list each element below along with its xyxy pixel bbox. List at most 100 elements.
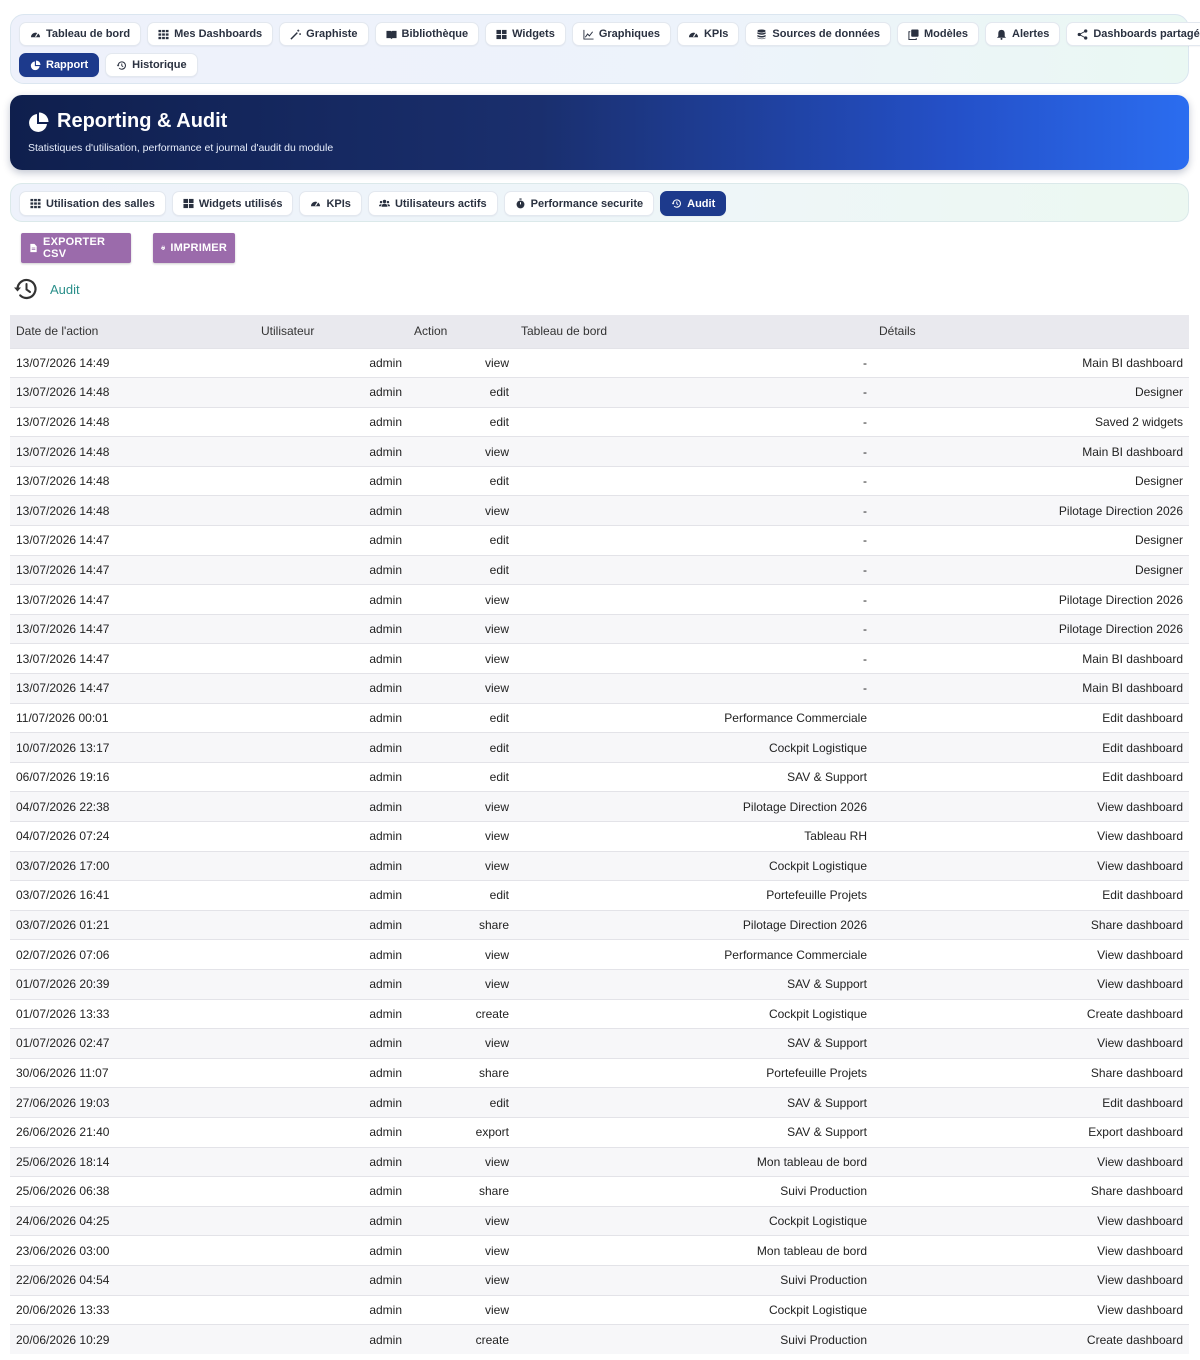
date-cell: 13/07/2026 14:49	[10, 347, 255, 378]
date-cell: 26/06/2026 21:40	[10, 1116, 255, 1148]
nav-item-graphiste[interactable]: Graphiste	[279, 22, 369, 46]
table-row: 24/06/2026 04:25 admin view Cockpit Logisti…	[10, 1205, 1189, 1236]
dashboard-cell: Suivi Production	[515, 1264, 873, 1295]
details-cell: Edit dashboard	[873, 732, 1189, 763]
pie-chart-icon	[30, 59, 41, 71]
date-cell: 01/07/2026 13:33	[10, 998, 255, 1029]
user-cell: admin	[255, 1116, 408, 1148]
share-icon	[1077, 28, 1088, 40]
table-row: 23/06/2026 03:00 admin view Mon tableau de …	[10, 1235, 1189, 1266]
column-header-user[interactable]: Utilisateur	[255, 315, 408, 348]
table-row: 01/07/2026 02:47 admin view SAV & Support Vi…	[10, 1028, 1189, 1059]
date-cell: 13/07/2026 14:48	[10, 436, 255, 467]
nav-item-label: KPIs	[703, 28, 729, 40]
tab-utilisateurs-actifs[interactable]: Utilisateurs actifs	[367, 191, 498, 216]
nav-item-bibliotheque[interactable]: Bibliothèque	[374, 22, 480, 46]
table-row: 06/07/2026 19:16 admin edit SAV & Support Ed…	[10, 761, 1189, 792]
action-cell: create	[408, 998, 515, 1029]
details-cell: Main BI dashboard	[873, 347, 1189, 378]
nav-item-modeles[interactable]: Modèles	[897, 22, 980, 46]
dashboard-cell: -	[515, 554, 873, 585]
action-cell: view	[408, 1294, 515, 1325]
action-cell: edit	[408, 554, 515, 585]
audit-section-title: Audit	[50, 281, 80, 297]
user-cell: admin	[255, 525, 408, 556]
user-cell: admin	[255, 968, 408, 1000]
details-cell: View dashboard	[873, 1294, 1189, 1325]
dashboard-cell: -	[515, 613, 873, 644]
user-cell: admin	[255, 702, 408, 733]
dashboard-cell: -	[515, 406, 873, 437]
nav-item-widgets[interactable]: Widgets	[485, 22, 566, 46]
nav-item-label: Mes Dashboards	[174, 28, 263, 40]
table-row: 03/07/2026 16:41 admin edit Portefeuille Pr…	[10, 880, 1189, 911]
nav-item-alertes[interactable]: Alertes	[985, 22, 1061, 46]
nav-item-label: Graphiques	[598, 28, 660, 40]
tab-widgets-utilises[interactable]: Widgets utilisés	[171, 191, 294, 216]
dashboard-cell: -	[515, 377, 873, 408]
nav-item-graphiques[interactable]: Graphiques	[571, 22, 671, 46]
nav-item-mes-dashboards[interactable]: Mes Dashboards	[147, 22, 274, 46]
export-csv-button[interactable]: EXPORTER CSV	[21, 233, 131, 263]
dashboard-cell: Pilotage Direction 2026	[515, 791, 873, 822]
action-cell: view	[408, 850, 515, 881]
table-header-row: Date de l'action Utilisateur Action Tabl…	[10, 315, 1189, 348]
table-row: 04/07/2026 22:38 admin view Pilotage Direct…	[10, 791, 1189, 822]
nav-item-historique[interactable]: Historique	[105, 53, 198, 77]
nav-item-kpis[interactable]: KPIs	[676, 22, 740, 46]
details-cell: View dashboard	[873, 1264, 1189, 1295]
nav-item-rapport[interactable]: Rapport	[19, 53, 100, 77]
details-cell: View dashboard	[873, 821, 1189, 852]
date-cell: 04/07/2026 22:38	[10, 791, 255, 822]
tab-utilisation-des-salles[interactable]: Utilisation des salles	[19, 191, 166, 216]
tab-audit[interactable]: Audit	[660, 191, 727, 216]
details-cell: Pilotage Direction 2026	[873, 613, 1189, 644]
details-cell: Designer	[873, 554, 1189, 585]
nav-item-tableau-de-bord[interactable]: Tableau de bord	[19, 22, 142, 46]
stopwatch-icon	[515, 198, 526, 209]
dashboard-cell: Suivi Production	[515, 1176, 873, 1207]
widgets-icon	[183, 198, 194, 209]
column-header-action[interactable]: Action	[408, 315, 515, 348]
action-cell: view	[408, 791, 515, 822]
details-cell: Pilotage Direction 2026	[873, 495, 1189, 526]
dashboard-cell: Cockpit Logistique	[515, 1294, 873, 1325]
user-cell: admin	[255, 821, 408, 852]
tab-performance-securite[interactable]: Performance securite	[503, 191, 655, 216]
user-cell: admin	[255, 643, 408, 674]
table-row: 26/06/2026 21:40 admin export SAV & Support…	[10, 1116, 1189, 1148]
nav-item-label: Sources de données	[772, 28, 881, 40]
details-cell: Designer	[873, 525, 1189, 556]
user-cell: admin	[255, 1028, 408, 1059]
table-row: 20/06/2026 10:29 admin create Suivi Product…	[10, 1324, 1189, 1355]
nav-item-sources-de-donnees[interactable]: Sources de données	[745, 22, 892, 46]
action-cell: view	[408, 643, 515, 674]
date-cell: 13/07/2026 14:48	[10, 377, 255, 408]
table-row: 13/07/2026 14:48 admin view - Pilotage Direc…	[10, 495, 1189, 526]
dashboard-cell: SAV & Support	[515, 968, 873, 1000]
users-icon	[378, 198, 390, 209]
print-button[interactable]: IMPRIMER	[153, 233, 235, 263]
details-cell: Edit dashboard	[873, 1087, 1189, 1118]
tab-kpis[interactable]: KPIs	[299, 191, 362, 216]
date-cell: 11/07/2026 00:01	[10, 702, 255, 733]
details-cell: View dashboard	[873, 1028, 1189, 1059]
user-cell: admin	[255, 1264, 408, 1295]
dashboard-cell: Performance Commerciale	[515, 702, 873, 733]
details-cell: View dashboard	[873, 1146, 1189, 1177]
bell-icon	[996, 29, 1007, 40]
audit-section-header: Audit	[12, 275, 80, 303]
page-title: Reporting & Audit	[57, 110, 228, 132]
dashboard-cell: Performance Commerciale	[515, 939, 873, 970]
details-cell: View dashboard	[873, 939, 1189, 970]
column-header-details[interactable]: Détails	[873, 315, 1189, 348]
table-row: 22/06/2026 04:54 admin view Suivi Productio…	[10, 1264, 1189, 1295]
details-cell: Edit dashboard	[873, 702, 1189, 733]
action-cell: view	[408, 1264, 515, 1295]
dashboard-cell: Cockpit Logistique	[515, 998, 873, 1029]
chart-icon	[583, 29, 594, 40]
column-header-dashboard[interactable]: Tableau de bord	[515, 315, 873, 348]
nav-item-dashboards-partages[interactable]: Dashboards partagés	[1066, 22, 1200, 46]
date-cell: 01/07/2026 20:39	[10, 968, 255, 1000]
column-header-date[interactable]: Date de l'action	[10, 315, 255, 348]
